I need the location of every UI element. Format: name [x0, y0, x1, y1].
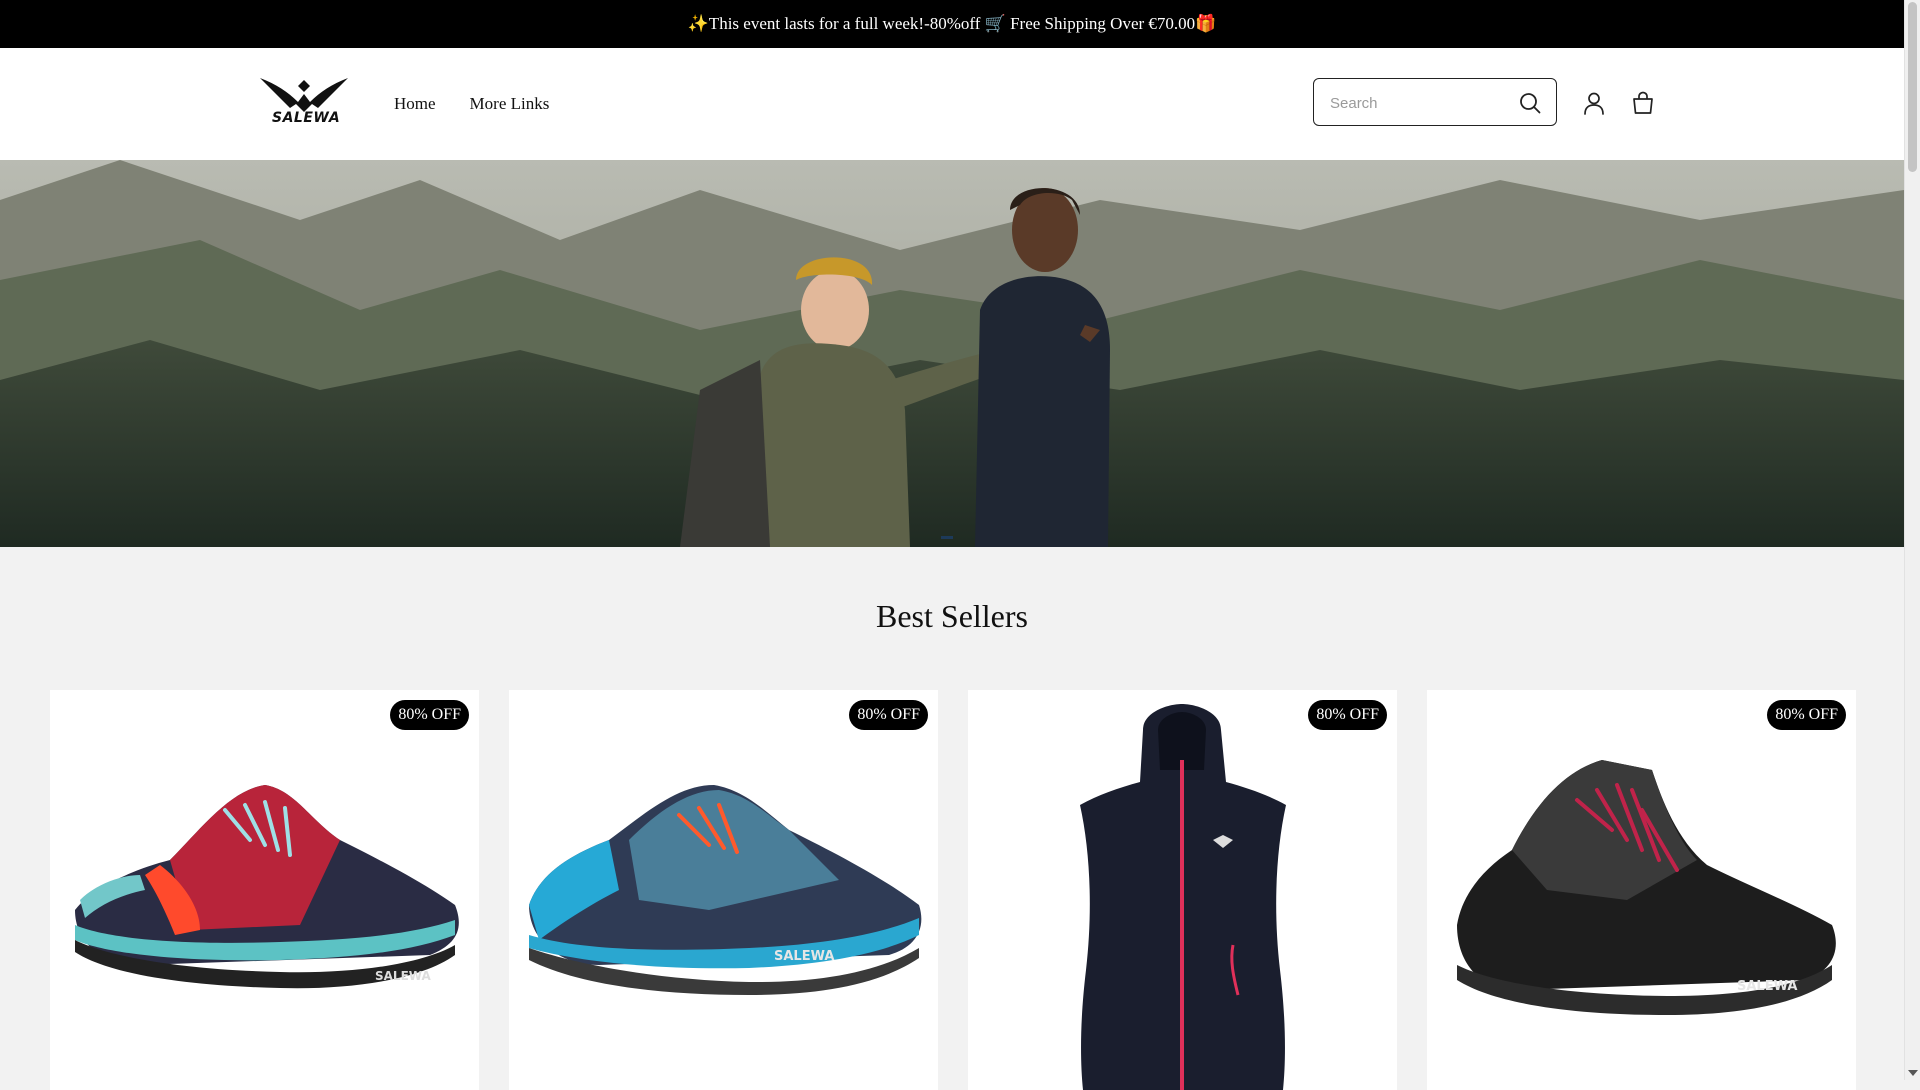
- site-header: SALEWA Home More Links: [0, 48, 1904, 160]
- cart-button[interactable]: [1630, 90, 1656, 116]
- user-icon: [1584, 92, 1604, 115]
- search-button[interactable]: [1518, 91, 1542, 115]
- search-input[interactable]: [1328, 89, 1502, 117]
- svg-text:SALEWA: SALEWA: [375, 969, 431, 983]
- product-grid: SALEWA 80% OFF SALEWA 80% OFF 80% OFF SA…: [50, 690, 1856, 1090]
- announcement-bar: ✨This event lasts for a full week!-80%of…: [0, 0, 1904, 48]
- nav-home[interactable]: Home: [394, 94, 436, 114]
- svg-text:SALEWA: SALEWA: [1737, 979, 1797, 994]
- eagle-logo-icon: [260, 78, 348, 112]
- hero-image: [0, 160, 1904, 547]
- logo-wordmark: SALEWA: [272, 110, 341, 126]
- scrollbar-thumb[interactable]: [1908, 2, 1917, 172]
- product-image: SALEWA: [1457, 760, 1836, 1015]
- discount-badge: 80% OFF: [1767, 700, 1846, 730]
- product-image: [1080, 704, 1286, 1090]
- discount-badge: 80% OFF: [390, 700, 469, 730]
- product-image: SALEWA: [75, 785, 459, 989]
- page-scrollbar[interactable]: [1904, 0, 1920, 1080]
- nav-more-links[interactable]: More Links: [470, 94, 550, 114]
- product-card[interactable]: SALEWA 80% OFF: [50, 690, 479, 1090]
- main-nav: Home More Links: [394, 48, 549, 160]
- shopping-bag-icon: [1633, 91, 1653, 114]
- product-card[interactable]: 80% OFF: [968, 690, 1397, 1090]
- scroll-down-arrow-icon[interactable]: [1908, 1070, 1918, 1076]
- slide-indicator[interactable]: [941, 536, 953, 539]
- svg-text:SALEWA: SALEWA: [774, 949, 834, 964]
- search-box: [1313, 78, 1557, 126]
- section-title: Best Sellers: [876, 598, 1028, 634]
- account-button[interactable]: [1581, 90, 1607, 116]
- discount-badge: 80% OFF: [849, 700, 928, 730]
- product-card[interactable]: SALEWA 80% OFF: [509, 690, 938, 1090]
- announcement-text: ✨This event lasts for a full week!-80%of…: [687, 14, 1217, 33]
- discount-badge: 80% OFF: [1308, 700, 1387, 730]
- hero-banner[interactable]: [0, 160, 1904, 547]
- product-card[interactable]: SALEWA 80% OFF: [1427, 690, 1856, 1090]
- product-image: SALEWA: [529, 785, 922, 995]
- search-icon: [1520, 93, 1541, 114]
- salewa-logo[interactable]: SALEWA: [258, 74, 350, 132]
